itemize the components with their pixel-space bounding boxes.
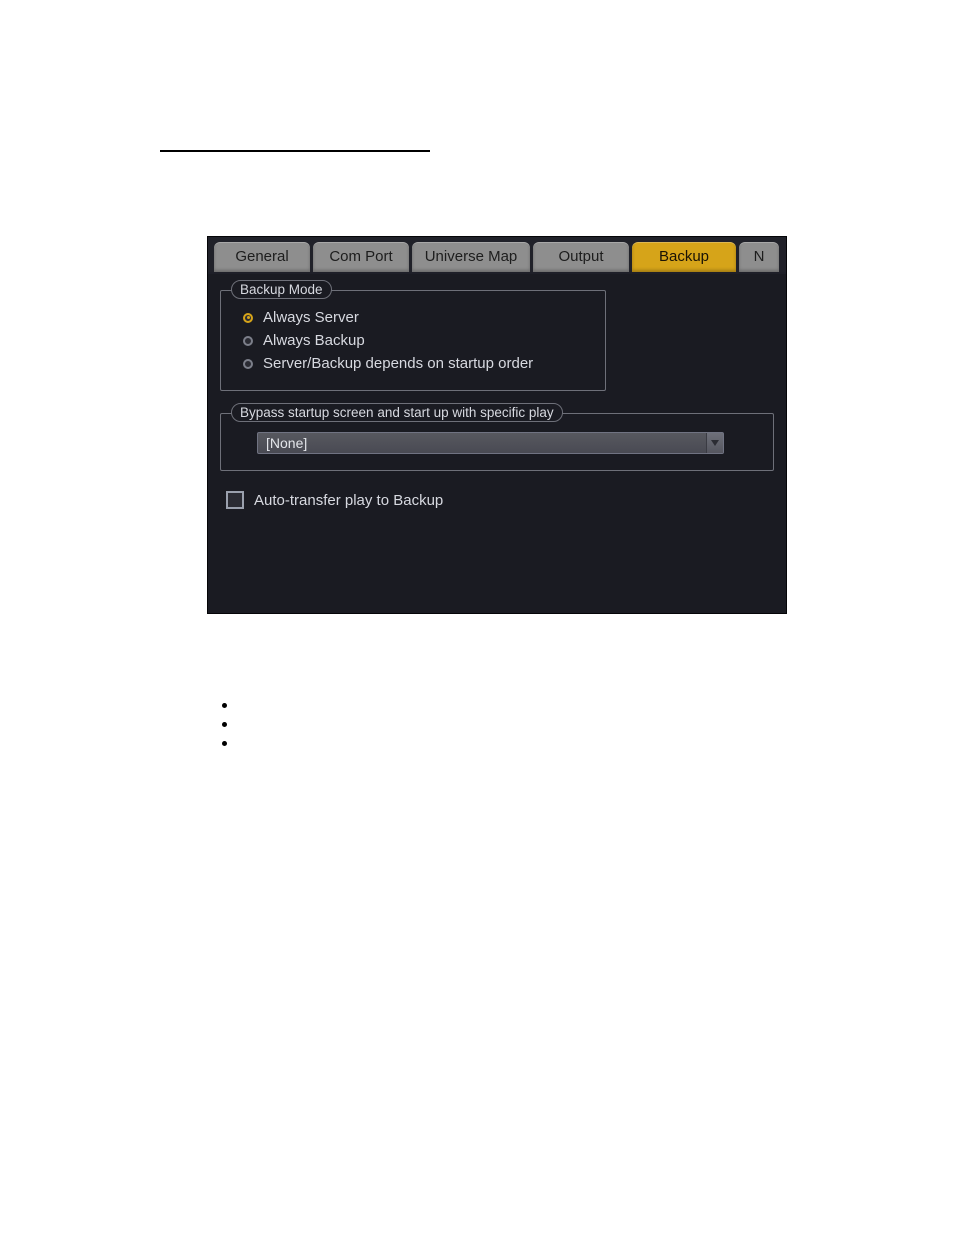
bullet-icon <box>222 703 227 708</box>
auto-transfer-checkbox-row[interactable]: Auto-transfer play to Backup <box>226 491 774 509</box>
radio-label: Server/Backup depends on startup order <box>263 355 533 372</box>
tab-general[interactable]: General <box>214 242 310 272</box>
checkbox-icon <box>226 491 244 509</box>
tab-universe-map[interactable]: Universe Map <box>412 242 530 272</box>
bypass-startup-group: Bypass startup screen and start up with … <box>220 413 774 471</box>
radio-label: Always Server <box>263 309 359 326</box>
backup-mode-legend: Backup Mode <box>231 280 332 299</box>
backup-mode-group: Backup Mode Always Server Always Backup … <box>220 290 606 391</box>
auto-transfer-label: Auto-transfer play to Backup <box>254 492 443 509</box>
chevron-down-icon <box>711 440 719 446</box>
tab-com-port[interactable]: Com Port <box>313 242 409 272</box>
radio-depends-startup[interactable]: Server/Backup depends on startup order <box>243 355 591 372</box>
tab-output[interactable]: Output <box>533 242 629 272</box>
bullet-icon <box>222 722 227 727</box>
radio-always-server[interactable]: Always Server <box>243 309 591 326</box>
radio-label: Always Backup <box>263 332 365 349</box>
settings-backup-panel: General Com Port Universe Map Output Bac… <box>207 236 787 614</box>
bullet-icon <box>222 741 227 746</box>
tab-bar: General Com Port Universe Map Output Bac… <box>208 237 786 274</box>
radio-dot-icon <box>243 336 253 346</box>
dropdown-button[interactable] <box>706 433 723 453</box>
bypass-startup-legend: Bypass startup screen and start up with … <box>231 403 563 422</box>
radio-dot-icon <box>243 313 253 323</box>
radio-always-backup[interactable]: Always Backup <box>243 332 591 349</box>
radio-dot-icon <box>243 359 253 369</box>
bullet-list <box>222 695 243 752</box>
horizontal-rule <box>160 150 430 152</box>
startup-play-selected: [None] <box>266 435 307 451</box>
tab-backup[interactable]: Backup <box>632 242 736 272</box>
tab-next-partial[interactable]: N <box>739 242 779 272</box>
startup-play-select[interactable]: [None] <box>257 432 724 454</box>
